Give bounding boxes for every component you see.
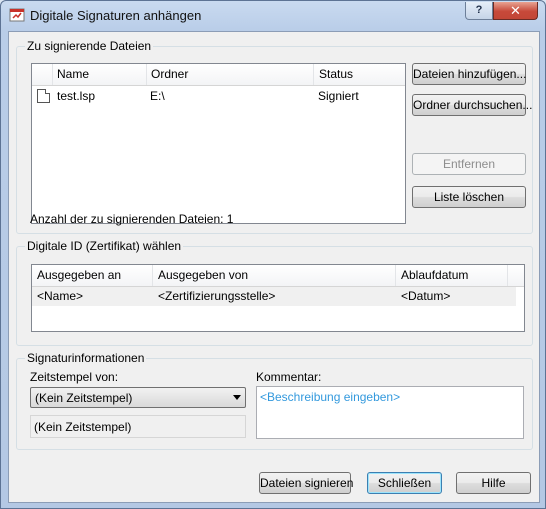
- column-header-status[interactable]: Status: [314, 64, 405, 85]
- chevron-down-icon: [233, 395, 241, 400]
- certificate-list-header: Ausgegeben an Ausgegeben von Ablaufdatum: [32, 265, 524, 287]
- column-header-expires[interactable]: Ablaufdatum: [396, 265, 508, 286]
- certificate-row[interactable]: <Name> <Zertifizierungsstelle> <Datum>: [32, 287, 516, 306]
- comment-placeholder: <Beschreibung eingeben>: [260, 390, 401, 404]
- column-spacer: [32, 64, 53, 85]
- add-files-button[interactable]: Dateien hinzufügen...: [412, 63, 526, 85]
- window-title: Digitale Signaturen anhängen: [30, 8, 202, 23]
- certificate-list[interactable]: Ausgegeben an Ausgegeben von Ablaufdatum…: [31, 264, 525, 332]
- timestamp-readonly-text: (Kein Zeitstempel): [34, 420, 132, 434]
- file-count-text: Anzahl der zu signierenden Dateien: 1: [30, 212, 234, 226]
- dialog-window: Digitale Signaturen anhängen ? ✕ Zu sign…: [0, 0, 546, 509]
- column-header-issued-to[interactable]: Ausgegeben an: [32, 265, 153, 286]
- timestamp-selected: (Kein Zeitstempel): [35, 391, 133, 405]
- file-icon: [37, 89, 50, 103]
- title-close-button[interactable]: ✕: [493, 2, 538, 20]
- timestamp-dropdown[interactable]: (Kein Zeitstempel): [30, 387, 246, 408]
- certificate-issued-by: <Zertifizierungsstelle>: [158, 289, 276, 303]
- app-icon: [9, 8, 25, 22]
- comment-label: Kommentar:: [256, 370, 322, 384]
- files-list[interactable]: Name Ordner Status test.lsp E:\ Signiert: [31, 63, 406, 224]
- files-group: Zu signierende Dateien Name Ordner Statu…: [16, 39, 533, 234]
- comment-input[interactable]: <Beschreibung eingeben>: [256, 386, 524, 439]
- id-group: Digitale ID (Zertifikat) wählen Ausgegeb…: [16, 239, 533, 346]
- file-row[interactable]: test.lsp E:\ Signiert: [32, 87, 405, 106]
- signature-group-title: Signaturinformationen: [25, 351, 147, 365]
- sign-files-button[interactable]: Dateien signieren: [259, 472, 353, 494]
- timestamp-label: Zeitstempel von:: [30, 370, 119, 384]
- certificate-expires: <Datum>: [401, 289, 451, 303]
- close-button[interactable]: Schließen: [367, 472, 442, 494]
- remove-button[interactable]: Entfernen: [412, 153, 526, 175]
- files-group-title: Zu signierende Dateien: [25, 39, 154, 53]
- timestamp-readonly: (Kein Zeitstempel): [30, 415, 246, 438]
- files-list-header: Name Ordner Status: [32, 64, 405, 86]
- file-name: test.lsp: [57, 89, 96, 103]
- column-header-name[interactable]: Name: [53, 64, 147, 85]
- browse-folder-button[interactable]: Ordner durchsuchen...: [412, 94, 532, 116]
- file-status: Signiert: [318, 89, 359, 103]
- help-button[interactable]: Hilfe: [456, 472, 531, 494]
- column-header-folder[interactable]: Ordner: [146, 64, 314, 85]
- id-group-title: Digitale ID (Zertifikat) wählen: [25, 239, 184, 253]
- title-bar[interactable]: Digitale Signaturen anhängen ? ✕: [1, 1, 545, 30]
- title-help-button[interactable]: ?: [465, 2, 493, 20]
- certificate-issued-to: <Name>: [37, 289, 84, 303]
- column-header-issued-by[interactable]: Ausgegeben von: [153, 265, 396, 286]
- clear-list-button[interactable]: Liste löschen: [412, 186, 526, 208]
- file-folder: E:\: [150, 89, 165, 103]
- dialog-client: Zu signierende Dateien Name Ordner Statu…: [8, 31, 540, 503]
